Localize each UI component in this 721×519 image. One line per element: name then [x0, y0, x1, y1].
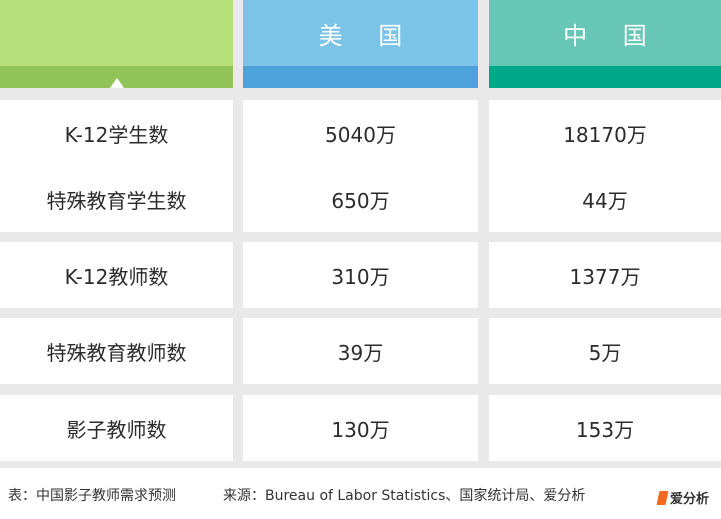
usa-value-cell: 650万	[243, 166, 478, 232]
usa-value-cell: 39万	[243, 318, 478, 384]
logo-icon	[656, 490, 669, 505]
row-label: 特殊教育学生数	[0, 166, 233, 232]
china-column-header: 中 国	[489, 0, 721, 88]
china-value-cell: 18170万	[489, 100, 721, 166]
footer: 表：中国影子教师需求预测 来源：Bureau of Labor Statisti…	[0, 468, 721, 519]
logo-text: 爱分析	[670, 492, 710, 507]
row-label: K-12学生数	[0, 100, 233, 166]
source-note: 来源：Bureau of Labor Statistics、国家统计局、爱分析	[223, 488, 586, 504]
table-caption: 表：中国影子教师需求预测	[8, 488, 176, 504]
row-label: 特殊教育教师数	[0, 318, 233, 384]
usa-value-cell: 310万	[243, 242, 478, 308]
usa-value-cell: 5040万	[243, 100, 478, 166]
china-value-cell: 1377万	[489, 242, 721, 308]
brand-logo: 爱分析	[656, 488, 710, 507]
label-column-header	[0, 0, 233, 88]
china-header-label: 中 国	[563, 21, 661, 50]
china-value-cell: 5万	[489, 318, 721, 384]
usa-column-header: 美 国	[243, 0, 478, 88]
china-value-cell: 44万	[489, 166, 721, 232]
row-label: K-12教师数	[0, 242, 233, 308]
usa-header-label: 美 国	[318, 21, 417, 50]
china-value-cell: 153万	[489, 395, 721, 461]
usa-value-cell: 130万	[243, 395, 478, 461]
row-label: 影子教师数	[0, 395, 233, 461]
header-pointer-icon	[109, 78, 124, 88]
